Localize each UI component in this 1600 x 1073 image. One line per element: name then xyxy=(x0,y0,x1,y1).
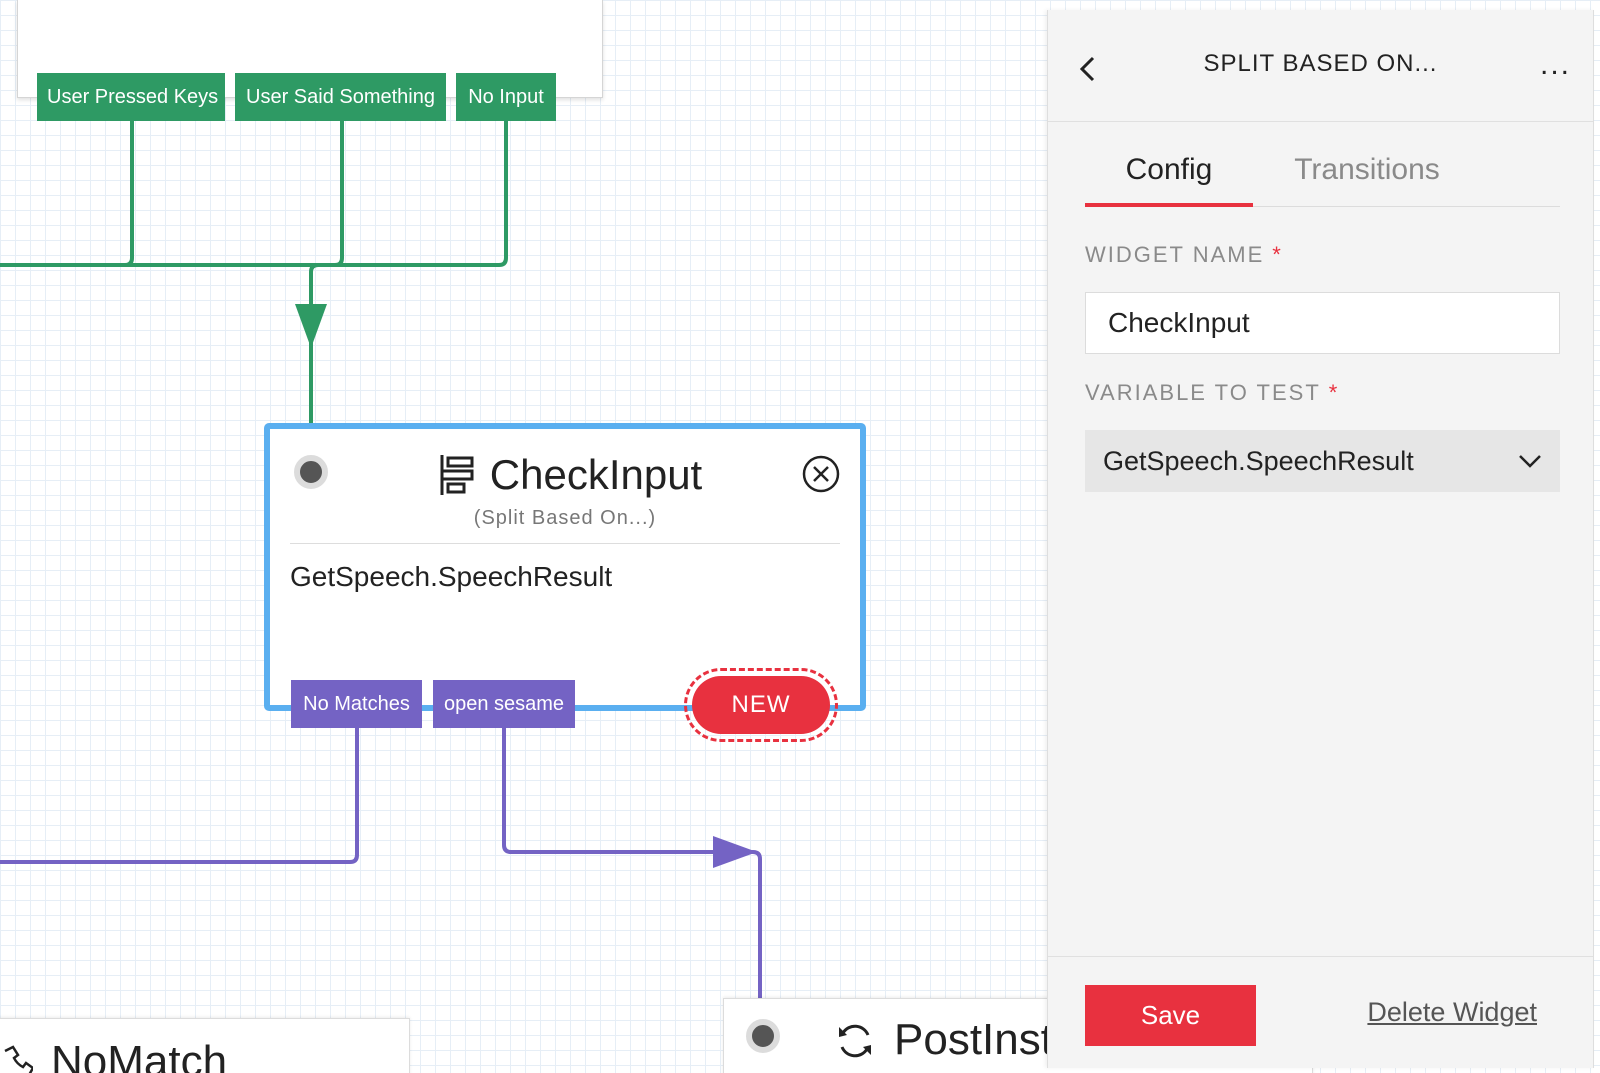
postinst-widget-title: PostInst xyxy=(894,1015,1053,1064)
nomatch-widget[interactable]: NoMatch xyxy=(0,1018,410,1073)
wire-user-pressed-keys xyxy=(0,120,134,267)
transition-user-pressed-keys[interactable]: User Pressed Keys xyxy=(37,73,225,121)
nomatch-widget-title: NoMatch xyxy=(51,1037,228,1073)
close-icon[interactable] xyxy=(802,455,840,493)
new-transition-button[interactable]: NEW xyxy=(684,668,838,742)
widget-subtitle: (Split Based On...) xyxy=(473,507,657,529)
save-button[interactable]: Save xyxy=(1085,985,1256,1046)
widget-title: CheckInput xyxy=(489,451,703,498)
variable-to-test-select[interactable]: GetSpeech.SpeechResult xyxy=(1085,430,1560,492)
tab-transitions[interactable]: Transitions xyxy=(1273,145,1461,207)
delete-widget-link[interactable]: Delete Widget xyxy=(1367,997,1537,1028)
transition-no-input[interactable]: No Input xyxy=(456,73,556,121)
new-transition-label: NEW xyxy=(692,676,830,734)
transition-no-matches[interactable]: No Matches xyxy=(291,680,422,728)
widget-title-row: CheckInput xyxy=(420,447,720,503)
postinst-input-port[interactable] xyxy=(746,1019,780,1053)
input-port[interactable] xyxy=(294,455,328,489)
variable-to-test-label: VARIABLE TO TEST * xyxy=(1085,380,1339,406)
required-marker: * xyxy=(1272,242,1283,267)
more-options-icon[interactable]: ... xyxy=(1540,48,1571,82)
variable-to-test-label-text: VARIABLE TO TEST xyxy=(1085,380,1321,405)
chevron-down-icon xyxy=(1519,455,1541,468)
panel-tabs: Config Transitions xyxy=(1085,145,1560,207)
widget-name-input[interactable] xyxy=(1085,292,1560,354)
panel-header: SPLIT BASED ON... ... xyxy=(1048,10,1593,122)
panel-title: SPLIT BASED ON... xyxy=(1203,50,1438,77)
refresh-icon xyxy=(839,1024,871,1058)
wire-arrowhead-green xyxy=(295,304,327,348)
transition-open-sesame[interactable]: open sesame xyxy=(433,680,575,728)
wire-no-matches xyxy=(0,728,359,864)
wire-arrowhead-purple xyxy=(713,836,757,868)
tab-config[interactable]: Config xyxy=(1085,145,1253,207)
widget-variable-value: GetSpeech.SpeechResult xyxy=(290,561,613,592)
required-marker: * xyxy=(1328,380,1340,405)
widget-name-label: WIDGET NAME * xyxy=(1085,242,1283,268)
widget-divider xyxy=(290,543,840,544)
phone-hangup-icon xyxy=(4,1045,33,1073)
widget-name-label-text: WIDGET NAME xyxy=(1085,242,1265,267)
panel-footer: Save Delete Widget xyxy=(1048,956,1593,1068)
split-icon xyxy=(440,455,474,495)
wire-user-said-something xyxy=(0,120,344,267)
variable-selected-value: GetSpeech.SpeechResult xyxy=(1103,445,1414,476)
inspector-panel: SPLIT BASED ON... ... Config Transitions… xyxy=(1047,10,1594,1068)
transition-user-said-something[interactable]: User Said Something xyxy=(235,73,446,121)
